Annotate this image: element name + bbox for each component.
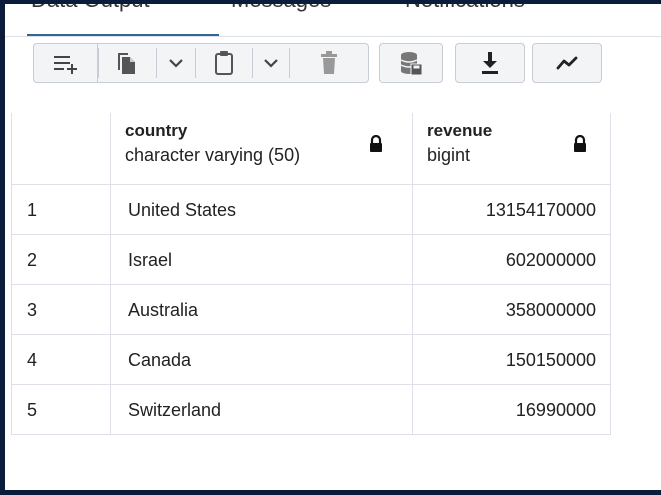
row-number[interactable]: 3 (11, 285, 111, 335)
cell-country[interactable]: Israel (111, 235, 413, 285)
save-data-button[interactable] (379, 43, 443, 83)
row-number[interactable]: 5 (11, 385, 111, 435)
paste-options-dropdown[interactable] (253, 44, 289, 82)
clipboard-icon (215, 51, 233, 75)
lock-icon (370, 135, 382, 152)
graph-visualiser-button[interactable] (532, 43, 602, 83)
cell-country[interactable]: Australia (111, 285, 413, 335)
database-save-icon (400, 52, 423, 76)
row-number[interactable]: 1 (11, 185, 111, 235)
line-graph-icon (556, 56, 578, 70)
add-row-button[interactable] (33, 43, 97, 83)
tab-notifications[interactable]: Notifications (405, 4, 525, 13)
window-frame-left (0, 0, 5, 495)
lock-icon (574, 135, 586, 152)
chevron-down-icon (264, 59, 278, 68)
row-number-header (11, 113, 111, 185)
tab-messages[interactable]: Messages (231, 4, 331, 13)
data-output-toolbar (5, 37, 661, 99)
cell-revenue[interactable]: 358000000 (413, 285, 611, 335)
chevron-down-icon (169, 59, 183, 68)
column-name: country (125, 121, 188, 140)
cell-country[interactable]: Switzerland (111, 385, 413, 435)
copy-button[interactable] (98, 44, 156, 82)
window-frame-bottom (0, 490, 661, 495)
tab-data-output[interactable]: Data Output (31, 4, 150, 13)
row-number[interactable]: 4 (11, 335, 111, 385)
cell-revenue[interactable]: 16990000 (413, 385, 611, 435)
copy-options-dropdown[interactable] (157, 44, 195, 82)
paste-button[interactable] (196, 44, 252, 82)
column-header-country[interactable]: country character varying (50) (111, 113, 413, 185)
cell-revenue[interactable]: 150150000 (413, 335, 611, 385)
row-number[interactable]: 2 (11, 235, 111, 285)
cell-revenue[interactable]: 13154170000 (413, 185, 611, 235)
copy-icon (118, 53, 135, 74)
cell-country[interactable]: Canada (111, 335, 413, 385)
column-header-revenue[interactable]: revenue bigint (413, 113, 611, 185)
download-icon (482, 52, 498, 74)
trash-icon (321, 51, 337, 74)
column-type: character varying (50) (125, 145, 301, 165)
delete-button[interactable] (290, 44, 368, 82)
column-name: revenue (427, 121, 493, 140)
cell-country[interactable]: United States (111, 185, 413, 235)
clipboard-button-group (97, 43, 369, 83)
result-tabs: Data Output Messages Notifications (5, 4, 661, 37)
column-type: bigint (427, 145, 471, 165)
download-button[interactable] (455, 43, 525, 83)
cell-revenue[interactable]: 602000000 (413, 235, 611, 285)
add-row-icon (53, 56, 77, 74)
